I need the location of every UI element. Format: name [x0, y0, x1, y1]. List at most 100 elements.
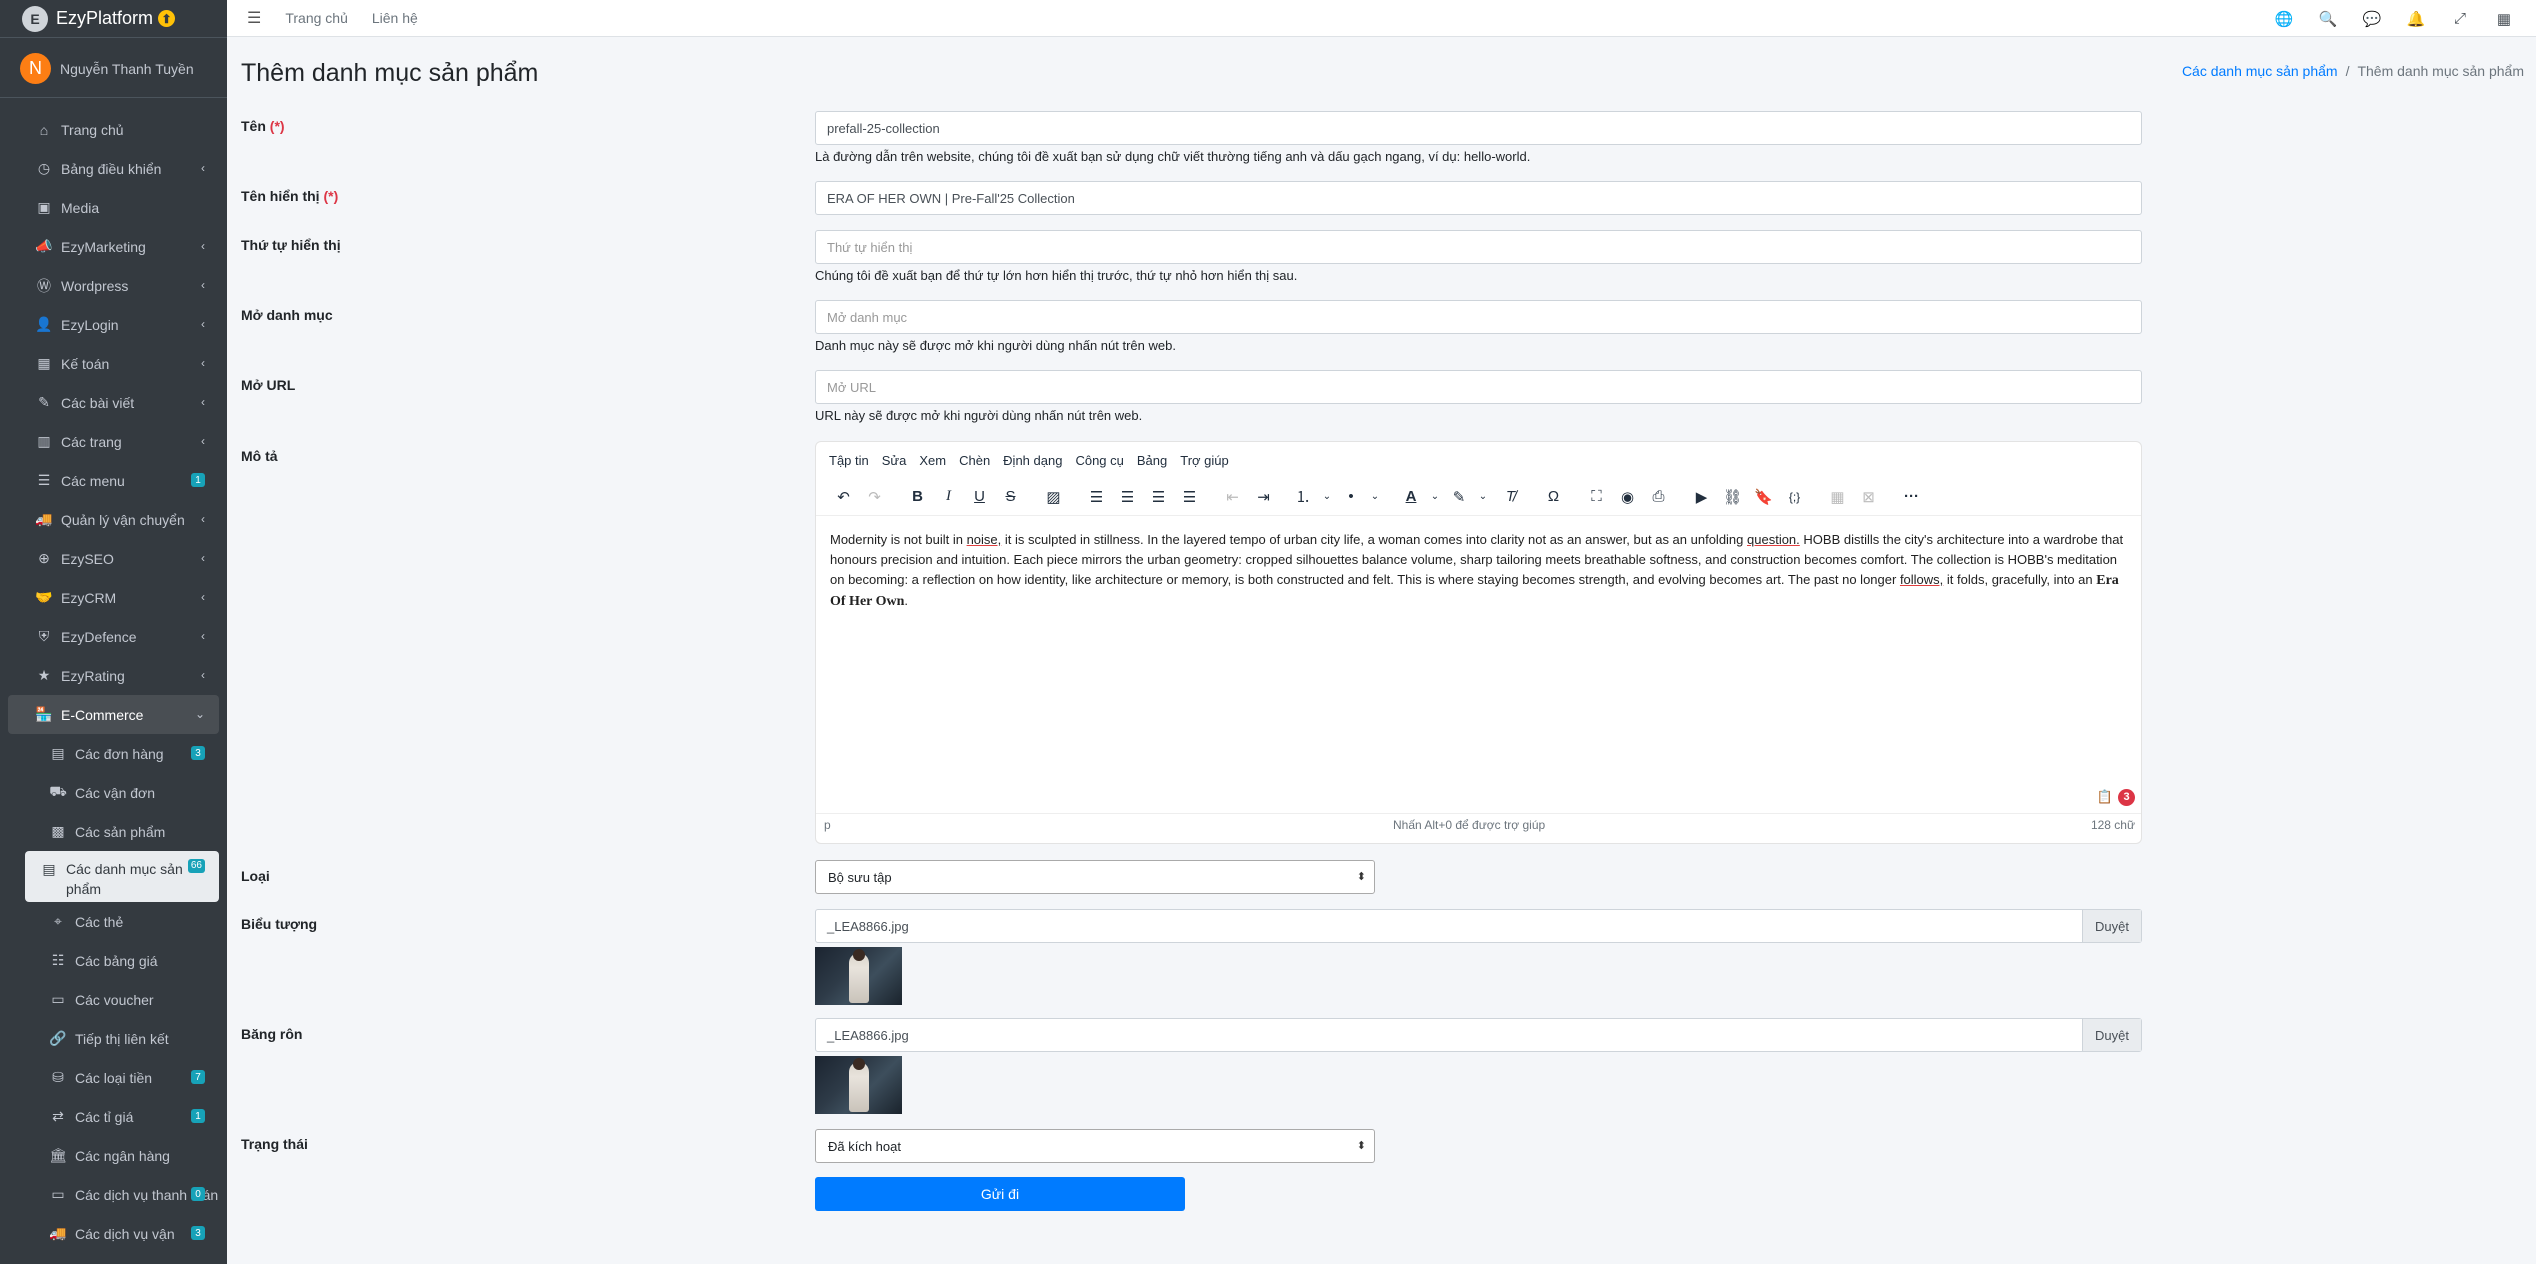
bell-icon[interactable]: 🔔	[2394, 10, 2438, 28]
indent-icon[interactable]: ⇥	[1248, 488, 1279, 506]
bold-icon[interactable]: B	[902, 488, 933, 505]
apps-icon[interactable]: ▦	[2482, 10, 2526, 28]
text-color-chevron-icon[interactable]: ⌄	[1423, 491, 1447, 502]
sidebar-subitem-cac-bang-gia[interactable]: ☷ Các bảng giá	[8, 941, 219, 980]
hamburger-menu-icon[interactable]: ☰	[247, 8, 261, 28]
sidebar-item-quan-ly-van-chuyen[interactable]: 🚚 Quản lý vận chuyển ‹	[8, 500, 219, 539]
clear-format-icon[interactable]: T̸	[1495, 488, 1526, 505]
bookmark-icon[interactable]: 🔖	[1748, 488, 1779, 506]
sidebar-item-e-commerce[interactable]: 🏪 E-Commerce ⌄	[8, 695, 219, 734]
banner-file-input[interactable]: _LEA8866.jpg Duyệt	[815, 1018, 2142, 1052]
sidebar-item-cac-trang[interactable]: ▥ Các trang ‹	[8, 422, 219, 461]
top-link-home[interactable]: Trang chủ	[285, 10, 348, 26]
more-icon[interactable]: ···	[1896, 488, 1927, 505]
numbered-list-chevron-icon[interactable]: ⌄	[1315, 491, 1339, 502]
undo-icon[interactable]: ↶	[828, 488, 859, 506]
sidebar-item-wordpress[interactable]: Ⓦ Wordpress ‹	[8, 266, 219, 305]
display-order-input[interactable]: Thứ tự hiển thị	[815, 230, 2142, 264]
brand[interactable]: E EzyPlatform ⬆	[0, 0, 227, 38]
sidebar-item-ezyrating[interactable]: ★ EzyRating ‹	[8, 656, 219, 695]
editor-content[interactable]: Modernity is not built in noise, it is s…	[816, 516, 2141, 813]
bullet-list-icon[interactable]: •	[1339, 488, 1363, 505]
user-panel[interactable]: N Nguyễn Thanh Tuyền	[0, 40, 227, 98]
user-name[interactable]: Nguyễn Thanh Tuyền	[60, 61, 194, 77]
editor-menu-chen[interactable]: Chèn	[959, 453, 990, 468]
avatar[interactable]: N	[20, 53, 51, 84]
sidebar-subitem-tiep-thi-lien-ket[interactable]: 🔗 Tiếp thị liên kết	[8, 1019, 219, 1058]
underline-icon[interactable]: U	[964, 488, 995, 505]
submit-button[interactable]: Gửi đi	[815, 1177, 1185, 1211]
editor-menu-tap-tin[interactable]: Tập tin	[829, 453, 869, 468]
type-select[interactable]: Bộ sưu tập ⬍	[815, 860, 1375, 894]
sidebar-subitem-cac-ngan-hang[interactable]: 🏛 Các ngân hàng	[8, 1136, 219, 1175]
editor-menu-dinh-dang[interactable]: Định dạng	[1003, 453, 1062, 468]
editor-menu-xem[interactable]: Xem	[919, 453, 946, 468]
open-category-input[interactable]: Mở danh mục	[815, 300, 2142, 334]
sidebar-item-cac-bai-viet[interactable]: ✎ Các bài viết ‹	[8, 383, 219, 422]
link-icon[interactable]: ⛓	[1717, 488, 1748, 506]
fullscreen-icon[interactable]: ⤢	[2438, 10, 2482, 27]
name-input[interactable]: prefall-25-collection	[815, 111, 2142, 145]
redo-icon[interactable]: ↷	[859, 488, 890, 506]
code-icon[interactable]: {;}	[1779, 490, 1810, 504]
sidebar-subitem-cac-van-don[interactable]: ⛟ Các vận đơn	[8, 773, 219, 812]
status-select[interactable]: Đã kích hoạt ⬍	[815, 1129, 1375, 1163]
sidebar-item-ezycrm[interactable]: 🤝 EzyCRM ‹	[8, 578, 219, 617]
sidebar-item-ezylogin[interactable]: 👤 EzyLogin ‹	[8, 305, 219, 344]
outdent-icon[interactable]: ⇤	[1217, 488, 1248, 506]
bullet-list-chevron-icon[interactable]: ⌄	[1363, 491, 1387, 502]
insert-image-icon[interactable]: ▨	[1038, 488, 1069, 506]
preview-icon[interactable]: ◉	[1612, 488, 1643, 506]
word-count[interactable]: 128 chữ	[2091, 818, 2135, 832]
sidebar-item-trang-chu[interactable]: ⌂ Trang chủ	[8, 110, 219, 149]
sidebar-item-bang-dieu-khien[interactable]: ◷ Bảng điều khiển ‹	[8, 149, 219, 188]
sidebar-item-cac-menu[interactable]: ☰ Các menu 1	[8, 461, 219, 500]
editor-menu-bang[interactable]: Bảng	[1137, 453, 1167, 468]
sidebar-item-ke-toan[interactable]: ▦ Kế toán ‹	[8, 344, 219, 383]
upgrade-icon[interactable]: ⬆	[158, 10, 176, 27]
highlight-chevron-icon[interactable]: ⌄	[1471, 491, 1495, 502]
text-color-icon[interactable]: A	[1399, 488, 1423, 505]
delete-table-icon[interactable]: ⊠	[1853, 488, 1884, 506]
display-name-input[interactable]: ERA OF HER OWN | Pre-Fall'25 Collection	[815, 181, 2142, 215]
sidebar-subitem-cac-san-pham[interactable]: ▩ Các sản phẩm	[8, 812, 219, 851]
fullscreen-icon[interactable]: ⛶	[1581, 488, 1612, 505]
numbered-list-icon[interactable]: ⒈	[1291, 486, 1315, 507]
search-icon[interactable]: 🔍	[2306, 10, 2350, 28]
sidebar-subitem-cac-voucher[interactable]: ▭ Các voucher	[8, 980, 219, 1019]
sidebar-subitem-cac-ti-gia[interactable]: ⇄ Các tỉ giá 1	[8, 1097, 219, 1136]
sidebar-subitem-cac-dich-vu-van[interactable]: 🚚 Các dịch vụ vận 3	[8, 1214, 219, 1253]
align-left-icon[interactable]: ☰	[1081, 488, 1112, 506]
align-center-icon[interactable]: ☰	[1112, 488, 1143, 506]
open-url-input[interactable]: Mở URL	[815, 370, 2142, 404]
grammar-count-badge[interactable]: 3	[2118, 788, 2135, 806]
editor-menu-tro-giup[interactable]: Trợ giúp	[1180, 453, 1229, 468]
sidebar-subitem-cac-the[interactable]: ⌖ Các thẻ	[8, 902, 219, 941]
breadcrumb-parent-link[interactable]: Các danh mục sản phẩm	[2182, 63, 2338, 79]
sidebar-item-ezymarketing[interactable]: 📣 EzyMarketing ‹	[8, 227, 219, 266]
align-justify-icon[interactable]: ☰	[1174, 488, 1205, 506]
comments-icon[interactable]: 💬	[2350, 10, 2394, 28]
sidebar-item-media[interactable]: ▣ Media	[8, 188, 219, 227]
banner-browse-button[interactable]: Duyệt	[2082, 1019, 2141, 1051]
icon-browse-button[interactable]: Duyệt	[2082, 910, 2141, 942]
sidebar-subitem-cac-don-hang[interactable]: ▤ Các đơn hàng 3	[8, 734, 219, 773]
icon-file-input[interactable]: _LEA8866.jpg Duyệt	[815, 909, 2142, 943]
sidebar-subitem-cac-dich-vu-thanh-toan[interactable]: ▭ Các dịch vụ thanh toán 0	[8, 1175, 219, 1214]
table-icon[interactable]: ▦	[1822, 488, 1853, 506]
element-path[interactable]: p	[824, 818, 831, 832]
editor-menu-cong-cu[interactable]: Công cụ	[1075, 453, 1123, 468]
media-icon[interactable]: ▶	[1686, 488, 1717, 506]
strikethrough-icon[interactable]: S	[995, 488, 1026, 505]
clipboard-icon[interactable]: 📋	[2097, 787, 2113, 807]
editor-menu-sua[interactable]: Sửa	[882, 453, 907, 468]
sidebar-item-ezydefence[interactable]: ⛨ EzyDefence ‹	[8, 617, 219, 656]
sidebar-subitem-cac-loai-tien[interactable]: ⛁ Các loại tiền 7	[8, 1058, 219, 1097]
grammar-widget[interactable]: 📋 3	[2097, 787, 2135, 807]
top-link-contact[interactable]: Liên hệ	[372, 10, 418, 26]
print-icon[interactable]: ⎙	[1643, 488, 1674, 505]
highlight-color-icon[interactable]: ✎	[1447, 488, 1471, 506]
globe-icon[interactable]: 🌐	[2262, 10, 2306, 28]
italic-icon[interactable]: I	[933, 488, 964, 505]
sidebar-subitem-cac-danh-muc-san-pham[interactable]: ▤ Các danh mục sản phẩm 66	[25, 851, 219, 902]
